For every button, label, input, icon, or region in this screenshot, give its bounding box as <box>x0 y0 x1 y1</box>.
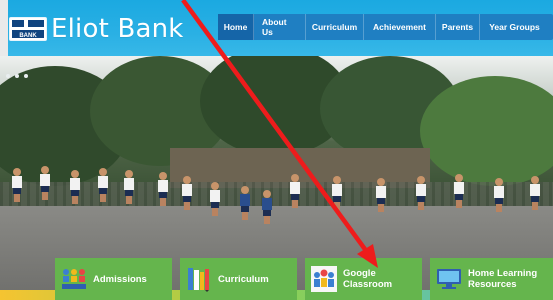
school-logo[interactable]: BANK Eliot Bank <box>9 14 184 44</box>
runner <box>494 178 504 212</box>
runner <box>454 174 464 208</box>
runner <box>376 178 386 212</box>
nav-achievement[interactable]: Achievement <box>364 14 436 40</box>
quick-link-label: Admissions <box>93 273 147 285</box>
logo-text: Eliot Bank <box>51 14 184 44</box>
people-group-icon <box>61 266 87 292</box>
logo-badge-text: BANK <box>19 33 37 39</box>
site-header: BANK Eliot Bank Home About Us Curriculum… <box>0 0 553 56</box>
quick-link-label: Curriculum <box>218 273 269 285</box>
quick-link-curriculum[interactable]: Curriculum <box>180 258 297 300</box>
logo-building-right <box>28 20 44 27</box>
quick-link-label: Home Learning Resources <box>468 268 537 290</box>
runner <box>240 186 250 220</box>
nav-parents[interactable]: Parents <box>436 14 480 40</box>
quick-link-google-classroom[interactable]: Google Classroom <box>305 258 422 300</box>
runner <box>332 176 342 210</box>
classroom-people-icon <box>311 266 337 292</box>
runner <box>40 166 50 200</box>
runner <box>530 176 540 210</box>
logo-badge-icon: BANK <box>9 17 47 41</box>
books-pencil-icon <box>186 266 212 292</box>
quick-link-label: Google Classroom <box>343 268 392 290</box>
computer-monitor-icon <box>436 266 462 292</box>
header-edge <box>0 0 8 56</box>
quick-link-label-line1: Home Learning <box>468 268 538 279</box>
quick-link-home-learning[interactable]: Home Learning Resources <box>430 258 553 300</box>
quick-link-label-line2: Resources <box>468 279 517 290</box>
runner <box>124 170 134 204</box>
runner <box>210 182 220 216</box>
runner <box>416 176 426 210</box>
nav-year-groups[interactable]: Year Groups <box>480 14 553 40</box>
quick-link-label-line1: Google <box>343 268 376 279</box>
nav-curriculum[interactable]: Curriculum <box>306 14 364 40</box>
runner <box>158 172 168 206</box>
runner <box>290 174 300 208</box>
runner <box>70 170 80 204</box>
runner <box>12 168 22 202</box>
slider-dot[interactable] <box>6 74 10 78</box>
quick-link-admissions[interactable]: Admissions <box>55 258 172 300</box>
nav-home[interactable]: Home <box>218 14 254 40</box>
logo-building-left <box>12 20 24 27</box>
slider-dots[interactable] <box>6 74 28 78</box>
runner <box>98 168 108 202</box>
slider-dot[interactable] <box>15 74 19 78</box>
slider-dot[interactable] <box>24 74 28 78</box>
quick-link-label-line2: Classroom <box>343 279 393 290</box>
hero-tree <box>420 76 553 186</box>
runner <box>262 190 272 224</box>
main-navigation: Home About Us Curriculum Achievement Par… <box>218 14 553 40</box>
runner <box>182 176 192 210</box>
nav-about-us[interactable]: About Us <box>254 14 306 40</box>
